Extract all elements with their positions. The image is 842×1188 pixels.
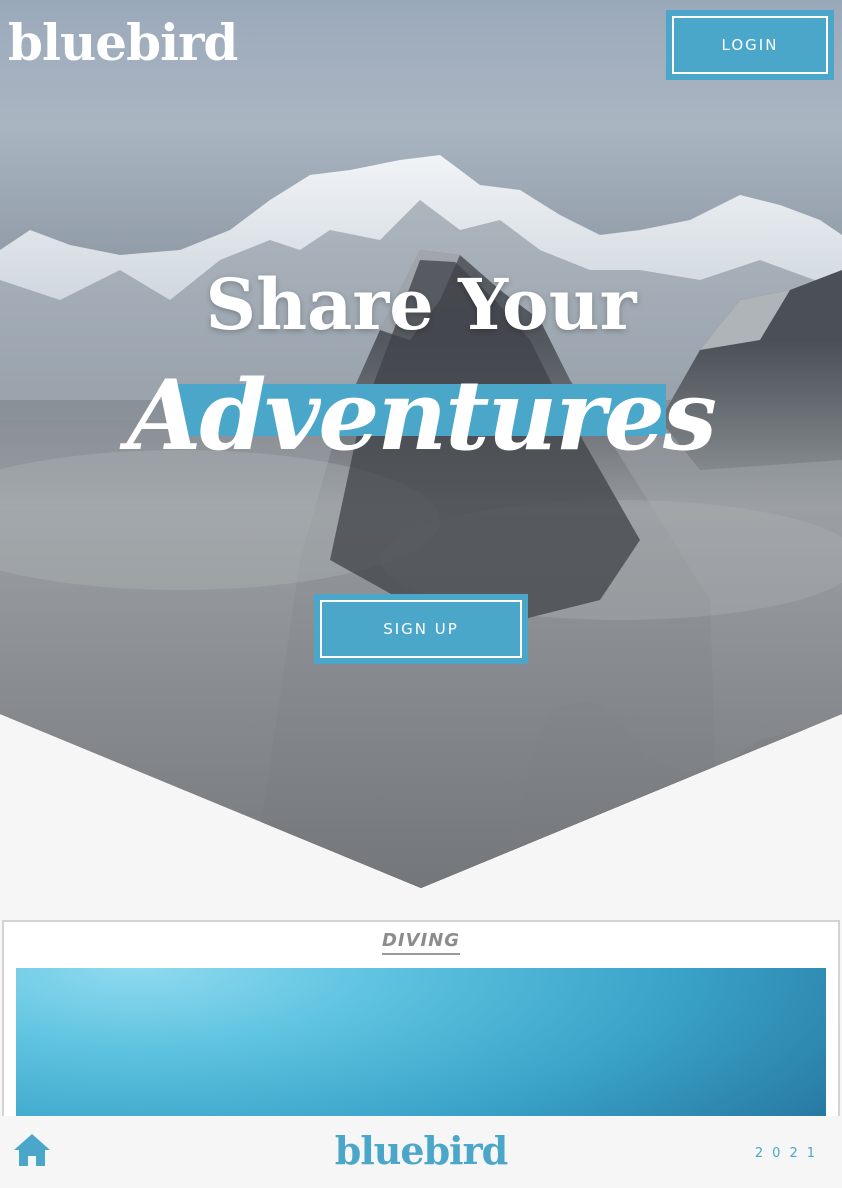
card-title: DIVING [4, 930, 838, 955]
footer-year: 2021 [754, 1146, 824, 1161]
login-button[interactable]: LOGIN [666, 10, 834, 80]
footer-bar: bluebird 2021 [0, 1116, 842, 1188]
login-button-label: LOGIN [672, 16, 828, 74]
hero-headline-line1: Share Your [205, 263, 637, 346]
footer-logo[interactable]: bluebird [0, 1132, 842, 1170]
signup-button[interactable]: SIGN UP [314, 594, 528, 664]
hero-section: bluebird LOGIN Share Your Adventures SIG… [0, 0, 842, 888]
signup-button-label: SIGN UP [320, 600, 522, 658]
hero-headline-line2: Adventures [126, 359, 717, 472]
card-title-text: DIVING [381, 930, 461, 955]
site-logo[interactable]: bluebird [8, 18, 238, 68]
